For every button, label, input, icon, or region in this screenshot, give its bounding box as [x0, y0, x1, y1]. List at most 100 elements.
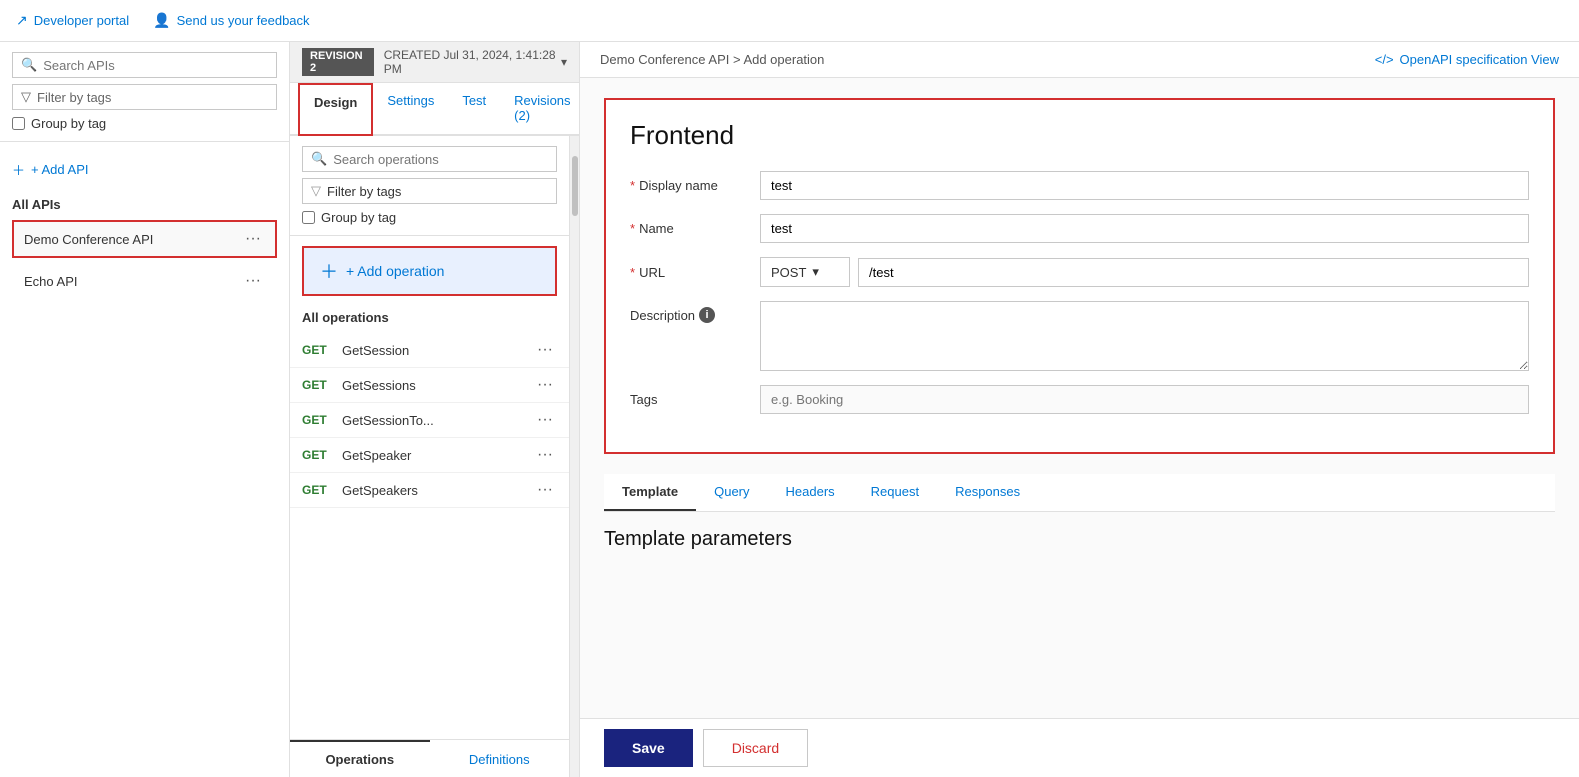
- ops-group-by-tag-label: Group by tag: [321, 210, 396, 225]
- description-textarea[interactable]: [760, 301, 1529, 371]
- tab-template[interactable]: Template: [604, 474, 696, 511]
- table-row[interactable]: GET GetSpeaker ···: [290, 438, 569, 473]
- description-row: Description i: [630, 301, 1529, 371]
- chevron-down-icon: ▾: [812, 264, 819, 280]
- ops-list: GET GetSession ··· GET GetSessions ···: [290, 333, 569, 739]
- frontend-title: Frontend: [630, 120, 1529, 151]
- op-method: GET: [302, 448, 332, 462]
- sub-tabs: Template Query Headers Request Responses: [604, 474, 1555, 512]
- scroll-track[interactable]: [569, 136, 579, 777]
- api-item-echo[interactable]: Echo API ···: [12, 262, 277, 300]
- sidebar-search-area: 🔍 ▽ Filter by tags Group by tag: [0, 42, 289, 142]
- display-name-row: * Display name: [630, 171, 1529, 200]
- display-name-label: * Display name: [630, 178, 760, 193]
- revision-date: CREATED Jul 31, 2024, 1:41:28 PM ▾: [384, 48, 567, 76]
- openapi-link[interactable]: </> OpenAPI specification View: [1375, 52, 1559, 67]
- op-menu-button[interactable]: ···: [533, 341, 557, 359]
- tags-input[interactable]: [760, 385, 1529, 414]
- tags-label: Tags: [630, 392, 760, 407]
- tab-request[interactable]: Request: [853, 474, 937, 511]
- template-params-title: Template parameters: [604, 528, 1555, 551]
- op-method: GET: [302, 343, 332, 357]
- op-menu-button[interactable]: ···: [533, 411, 557, 429]
- table-row[interactable]: GET GetSpeakers ···: [290, 473, 569, 508]
- info-icon: i: [699, 307, 715, 323]
- tab-responses[interactable]: Responses: [937, 474, 1038, 511]
- ops-group-by-tag-checkbox[interactable]: [302, 211, 315, 224]
- group-by-tag-row: Group by tag: [12, 116, 277, 131]
- name-input[interactable]: [760, 214, 1529, 243]
- search-apis-input[interactable]: [43, 58, 268, 73]
- op-name: GetSessionTo...: [342, 413, 434, 428]
- op-name: GetSession: [342, 343, 409, 358]
- op-name: GetSpeakers: [342, 483, 418, 498]
- right-panel: Demo Conference API > Add operation </> …: [580, 42, 1579, 777]
- all-apis-label: All APIs: [12, 197, 277, 212]
- display-name-input[interactable]: [760, 171, 1529, 200]
- code-icon: </>: [1375, 52, 1394, 67]
- ops-group-by-tag-row: Group by tag: [302, 210, 557, 225]
- tab-definitions[interactable]: Definitions: [430, 740, 570, 777]
- table-row[interactable]: GET GetSession ···: [290, 333, 569, 368]
- tab-query[interactable]: Query: [696, 474, 767, 511]
- external-link-icon: ↗: [16, 12, 28, 29]
- name-label: * Name: [630, 221, 760, 236]
- op-method: GET: [302, 413, 332, 427]
- url-input-group: POST ▾: [760, 257, 1529, 287]
- add-operation-button[interactable]: ＋ + Add operation: [302, 246, 557, 296]
- tab-revisions[interactable]: Revisions (2): [500, 83, 584, 136]
- url-label: * URL: [630, 265, 760, 280]
- ops-search-box: 🔍: [302, 146, 557, 172]
- table-row[interactable]: GET GetSessions ···: [290, 368, 569, 403]
- tabs-row: Design Settings Test Revisions (2) Chang…: [290, 83, 579, 136]
- op-menu-button[interactable]: ···: [533, 446, 557, 464]
- right-content: Frontend * Display name * Name: [580, 78, 1579, 718]
- group-by-tag-checkbox[interactable]: [12, 117, 25, 130]
- filter-tags-label: Filter by tags: [37, 90, 111, 105]
- search-icon: 🔍: [21, 57, 37, 73]
- ops-search-area: 🔍 ▽ Filter by tags Group by tag: [290, 136, 569, 236]
- discard-button[interactable]: Discard: [703, 729, 808, 767]
- save-button[interactable]: Save: [604, 729, 693, 767]
- middle-panel: REVISION 2 CREATED Jul 31, 2024, 1:41:28…: [290, 42, 580, 777]
- feedback-link[interactable]: 👤 Send us your feedback: [153, 12, 309, 29]
- sidebar-content: ＋ + Add API All APIs Demo Conference API…: [0, 142, 289, 777]
- api-item-demo-conference[interactable]: Demo Conference API ···: [12, 220, 277, 258]
- developer-portal-link[interactable]: ↗ Developer portal: [16, 12, 129, 29]
- top-bar: ↗ Developer portal 👤 Send us your feedba…: [0, 0, 1579, 42]
- tab-headers[interactable]: Headers: [768, 474, 853, 511]
- scroll-thumb: [572, 156, 578, 216]
- op-menu-button[interactable]: ···: [533, 376, 557, 394]
- middle-list-area: 🔍 ▽ Filter by tags Group by tag ＋ + Add …: [290, 136, 569, 777]
- feedback-label: Send us your feedback: [177, 13, 310, 28]
- search-apis-box: 🔍: [12, 52, 277, 78]
- table-row[interactable]: GET GetSessionTo... ···: [290, 403, 569, 438]
- bottom-tabs: Operations Definitions: [290, 739, 569, 777]
- filter-tags-box: ▽ Filter by tags: [12, 84, 277, 110]
- api-item-name: Demo Conference API: [24, 232, 153, 247]
- chevron-down-icon: ▾: [561, 55, 567, 69]
- revision-bar: REVISION 2 CREATED Jul 31, 2024, 1:41:28…: [290, 42, 579, 83]
- add-api-label: + Add API: [31, 162, 88, 177]
- method-select[interactable]: POST ▾: [760, 257, 850, 287]
- tab-test[interactable]: Test: [448, 83, 500, 136]
- main-layout: 🔍 ▽ Filter by tags Group by tag ＋ + Add …: [0, 42, 1579, 777]
- add-api-button[interactable]: ＋ + Add API: [12, 154, 88, 185]
- tab-design[interactable]: Design: [298, 83, 373, 136]
- name-row: * Name: [630, 214, 1529, 243]
- api-item-menu-button[interactable]: ···: [241, 272, 265, 290]
- url-row: * URL POST ▾: [630, 257, 1529, 287]
- api-item-menu-button[interactable]: ···: [241, 230, 265, 248]
- frontend-box: Frontend * Display name * Name: [604, 98, 1555, 454]
- action-bar: Save Discard: [580, 718, 1579, 777]
- op-menu-button[interactable]: ···: [533, 481, 557, 499]
- tab-settings[interactable]: Settings: [373, 83, 448, 136]
- method-value: POST: [771, 265, 806, 280]
- url-path-input[interactable]: [858, 258, 1529, 287]
- add-op-icon: ＋: [320, 258, 338, 284]
- tags-row: Tags: [630, 385, 1529, 414]
- tab-operations[interactable]: Operations: [290, 740, 430, 777]
- op-name: GetSpeaker: [342, 448, 411, 463]
- ops-search-input[interactable]: [333, 152, 548, 167]
- openapi-link-label: OpenAPI specification View: [1400, 52, 1559, 67]
